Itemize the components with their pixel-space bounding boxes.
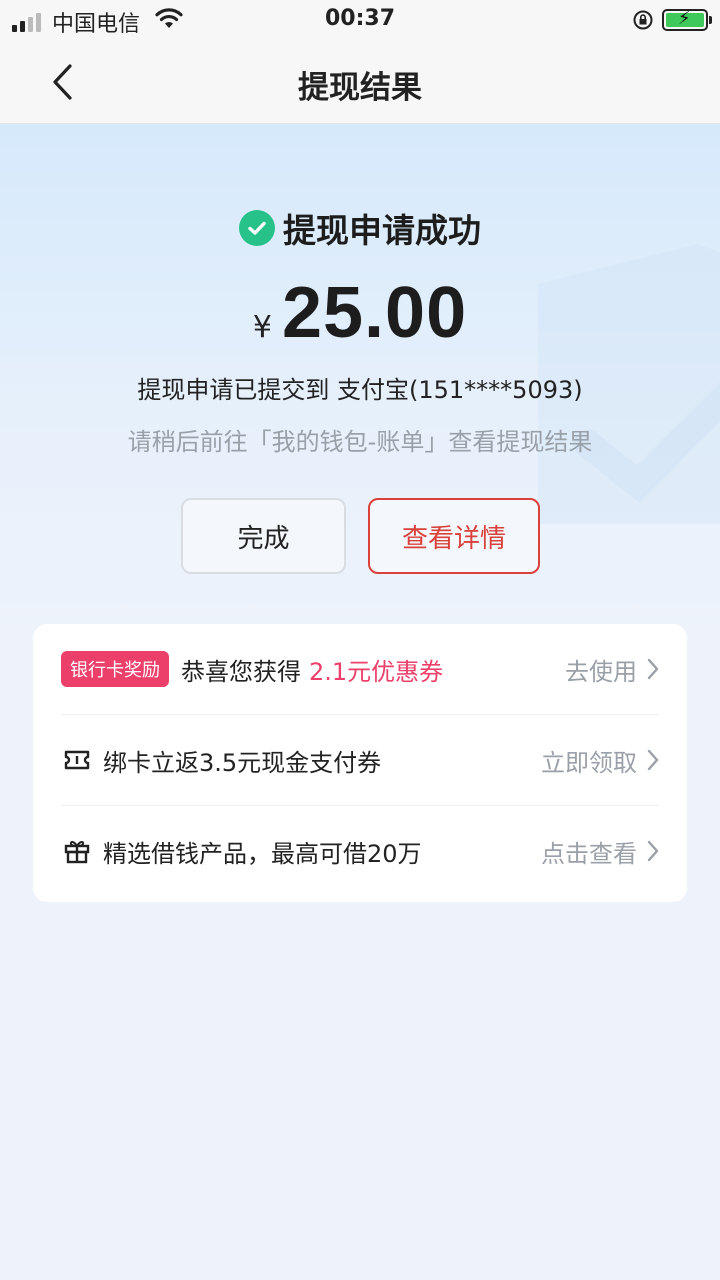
- battery-icon: ⚡: [662, 9, 708, 31]
- chevron-right-icon: [647, 749, 659, 771]
- coupon-amount: 2.1元优惠券: [309, 657, 444, 686]
- gift-icon: [61, 835, 93, 867]
- nav-bar: 提现结果: [0, 40, 720, 124]
- success-header: 提现申请成功: [0, 204, 720, 252]
- use-coupon-link[interactable]: 去使用: [565, 624, 659, 714]
- ticket-icon: [61, 744, 93, 776]
- bank-card-reward-badge: 银行卡奖励: [61, 651, 169, 687]
- page-title: 提现结果: [298, 70, 422, 106]
- action-label: 点击查看: [541, 839, 637, 868]
- currency-symbol: ¥: [252, 310, 272, 345]
- success-title: 提现申请成功: [283, 211, 481, 250]
- action-label: 去使用: [565, 657, 637, 686]
- view-loan-link[interactable]: 点击查看: [541, 806, 659, 896]
- success-check-icon: [239, 210, 275, 246]
- list-item-cash-voucher[interactable]: 绑卡立返3.5元现金支付券 立即领取: [61, 715, 659, 805]
- status-bar: 中国电信 00:37 ⚡: [0, 0, 720, 40]
- list-item-text: 绑卡立返3.5元现金支付券: [103, 748, 382, 777]
- battery-tip: [709, 16, 712, 24]
- view-details-button[interactable]: 查看详情: [368, 498, 540, 574]
- offers-card: 银行卡奖励 恭喜您获得 2.1元优惠券 去使用 绑卡立返3.5元现金支付券 立即…: [33, 624, 687, 902]
- done-button[interactable]: 完成: [181, 498, 346, 574]
- result-section: 提现申请成功 ¥ 25.00 提现申请已提交到 支付宝(151****5093)…: [0, 124, 720, 644]
- list-item-text: 恭喜您获得: [181, 657, 301, 686]
- list-item-text: 精选借钱产品，最高可借20万: [103, 839, 422, 868]
- amount-value: 25.00: [281, 273, 468, 353]
- list-item-coupon[interactable]: 银行卡奖励 恭喜您获得 2.1元优惠券 去使用: [61, 624, 659, 714]
- chevron-right-icon: [647, 840, 659, 862]
- hint-text: 请稍后前往「我的钱包-账单」查看提现结果: [127, 428, 593, 456]
- submitted-to-text: 提现申请已提交到 支付宝(151****5093): [137, 376, 583, 404]
- amount-display: ¥ 25.00: [0, 272, 720, 354]
- list-item-loan[interactable]: 精选借钱产品，最高可借20万 点击查看: [61, 806, 659, 896]
- claim-now-link[interactable]: 立即领取: [541, 715, 659, 805]
- rotation-lock-icon: [632, 9, 654, 35]
- chevron-right-icon: [647, 658, 659, 680]
- status-time: 00:37: [324, 6, 396, 31]
- action-label: 立即领取: [541, 748, 637, 777]
